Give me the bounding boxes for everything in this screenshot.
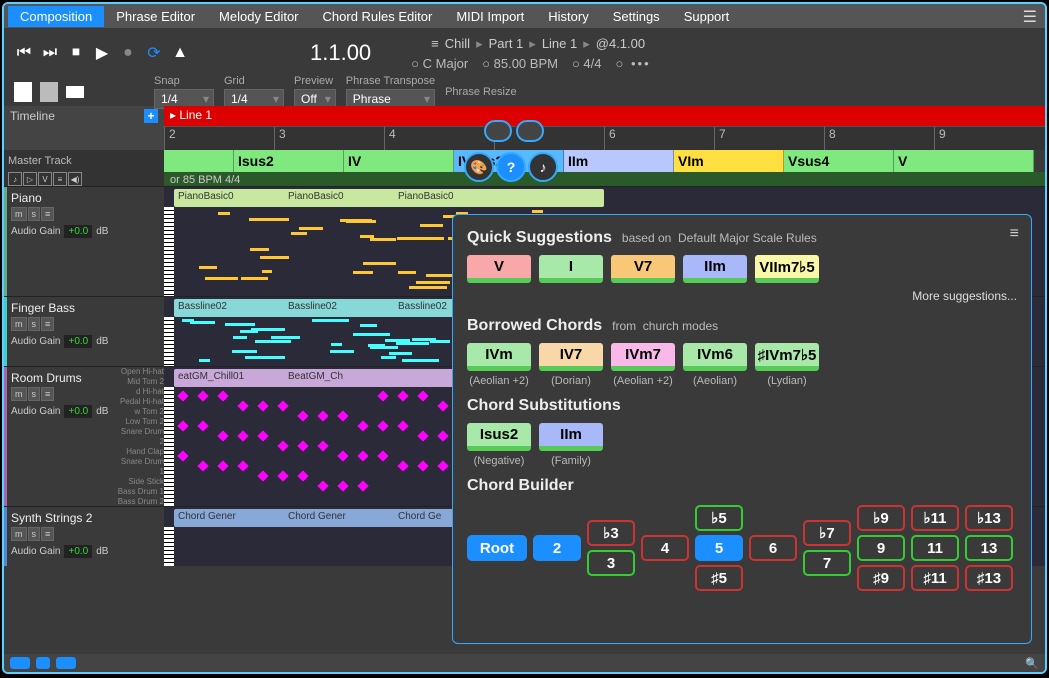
builder-5[interactable]: 5 xyxy=(695,535,743,561)
builder-♯5[interactable]: ♯5 xyxy=(695,565,743,591)
timesig-display[interactable]: 4/4 xyxy=(572,56,602,71)
status-bar: 🔍 xyxy=(4,654,1045,672)
chord-suggestion-IVm[interactable]: IVm xyxy=(467,343,531,371)
chord-suggestion-I[interactable]: I xyxy=(539,255,603,283)
tab-phrase-editor[interactable]: Phrase Editor xyxy=(104,6,207,27)
master-track-header: Master Track xyxy=(4,150,164,172)
builder-♯13[interactable]: ♯13 xyxy=(965,565,1013,591)
chord-IIm[interactable]: IIm xyxy=(564,150,674,172)
playhead-position: 1.1.00 xyxy=(310,40,371,66)
sb-btn-1[interactable] xyxy=(10,657,30,669)
tab-chord-rules-editor[interactable]: Chord Rules Editor xyxy=(311,6,445,27)
chord-suggestion-IVm6[interactable]: IVm6 xyxy=(683,343,747,371)
chord-suggestion-IVm7[interactable]: IVm7 xyxy=(611,343,675,371)
forward-button[interactable]: ⏭ xyxy=(40,43,60,63)
ruler[interactable]: 23456789 xyxy=(164,126,1045,150)
tab-history[interactable]: History xyxy=(536,6,600,27)
play-button[interactable]: ▶ xyxy=(92,43,112,63)
new-doc-icon[interactable] xyxy=(14,82,32,102)
search-icon[interactable]: 🔍 xyxy=(1025,657,1039,670)
builder-6[interactable]: 6 xyxy=(749,535,797,561)
tab-settings[interactable]: Settings xyxy=(601,6,672,27)
chord-suggestion-V[interactable]: V xyxy=(467,255,531,283)
builder-3[interactable]: 3 xyxy=(587,550,635,576)
metronome-button[interactable]: ▲ xyxy=(170,43,190,63)
builder-7[interactable]: 7 xyxy=(803,550,851,576)
more-icon[interactable]: ••• xyxy=(616,56,651,71)
builder-♭11[interactable]: ♭11 xyxy=(911,505,959,531)
transport-bar: ⏮ ⏭ ⏹ ▶ ● ⟳ ▲ 1.1.00 ≡ Chill▸ Part 1▸ Li… xyxy=(4,28,1045,78)
rewind-button[interactable]: ⏮ xyxy=(14,43,34,63)
loop-button[interactable]: ⟳ xyxy=(144,43,164,63)
builder-♭5[interactable]: ♭5 xyxy=(695,505,743,531)
sb-btn-2[interactable] xyxy=(36,657,50,669)
track-header-drums[interactable]: Room Drums ms≡ Audio Gain+0.0dBOpen Hi-h… xyxy=(4,367,164,506)
tab-composition[interactable]: Composition xyxy=(8,6,104,27)
chord-Vsus4[interactable]: Vsus4 xyxy=(784,150,894,172)
main-tabs: CompositionPhrase EditorMelody EditorCho… xyxy=(4,4,1045,28)
builder-2[interactable]: 2 xyxy=(533,535,581,561)
tab-support[interactable]: Support xyxy=(672,6,742,27)
builder-♭13[interactable]: ♭13 xyxy=(965,505,1013,531)
clip[interactable]: PianoBasic0 xyxy=(394,189,604,207)
timeline-line[interactable]: ▸ Line 1 xyxy=(164,106,1045,126)
chord-lane[interactable]: Isus2IVIVsus2IImVImVsus4V xyxy=(164,150,1045,172)
knob-icon[interactable] xyxy=(484,120,512,142)
timeline-header: Timeline + xyxy=(4,106,164,126)
piano-mini-icon[interactable]: ♪ xyxy=(8,172,22,186)
more-suggestions-link[interactable]: More suggestions... xyxy=(467,289,1017,303)
database-icon[interactable]: ☰ xyxy=(1023,7,1037,27)
speaker-icon[interactable]: ◀) xyxy=(68,172,82,186)
help-icon[interactable]: ? xyxy=(496,152,526,182)
builder-♭7[interactable]: ♭7 xyxy=(803,520,851,546)
palette-icon[interactable]: 🎨 xyxy=(464,152,494,182)
builder-13[interactable]: 13 xyxy=(965,535,1013,561)
controls-bar: Snap1/4 Grid1/4 PreviewOff Phrase Transp… xyxy=(4,78,1045,106)
chord-suggestion-IIm[interactable]: IIm xyxy=(539,423,603,451)
builder-♭9[interactable]: ♭9 xyxy=(857,505,905,531)
chord-[interactable] xyxy=(164,150,234,172)
chord-suggestion-Isus2[interactable]: Isus2 xyxy=(467,423,531,451)
chord-suggestions-panel: ≡ Quick Suggestions based on Default Maj… xyxy=(452,214,1032,644)
tab-melody-editor[interactable]: Melody Editor xyxy=(207,6,310,27)
track-header-bass[interactable]: Finger Bass ms≡ Audio Gain+0.0dB xyxy=(4,297,164,366)
builder-root[interactable]: Root xyxy=(467,535,527,561)
record-button[interactable]: ● xyxy=(118,43,138,63)
track-header-piano[interactable]: Piano ms≡ Audio Gain+0.0dB xyxy=(4,187,164,296)
tab-midi-import[interactable]: MIDI Import xyxy=(444,6,536,27)
builder-4[interactable]: 4 xyxy=(641,535,689,561)
sb-btn-3[interactable] xyxy=(56,657,76,669)
piano-icon[interactable]: ♪ xyxy=(528,152,558,182)
chord-IV[interactable]: IV xyxy=(344,150,454,172)
builder-♭3[interactable]: ♭3 xyxy=(587,520,635,546)
builder-♯9[interactable]: ♯9 xyxy=(857,565,905,591)
key-display[interactable]: C Major xyxy=(411,56,468,71)
keyboard-icon[interactable] xyxy=(516,120,544,142)
breadcrumb[interactable]: ≡ Chill▸ Part 1▸ Line 1▸ @4.1.00 xyxy=(431,36,650,52)
builder-9[interactable]: 9 xyxy=(857,535,905,561)
chord-suggestion-V7[interactable]: V7 xyxy=(611,255,675,283)
chord-suggestion-IV7[interactable]: IV7 xyxy=(539,343,603,371)
tempo-display[interactable]: 85.00 BPM xyxy=(482,56,558,71)
chord-V[interactable]: V xyxy=(894,150,1034,172)
chord-VIm[interactable]: VIm xyxy=(674,150,784,172)
card-icon[interactable] xyxy=(66,86,84,98)
docs-icon[interactable] xyxy=(40,82,58,102)
chord-suggestion-♯IVm7♭5[interactable]: ♯IVm7♭5 xyxy=(755,343,819,371)
track-header-strings[interactable]: Synth Strings 2 ms≡ Audio Gain+0.0dB xyxy=(4,507,164,566)
builder-♯11[interactable]: ♯11 xyxy=(911,565,959,591)
add-timeline-button[interactable]: + xyxy=(144,109,158,123)
builder-11[interactable]: 11 xyxy=(911,535,959,561)
panel-menu-icon[interactable]: ≡ xyxy=(1010,225,1019,243)
chord-suggestion-IIm[interactable]: IIm xyxy=(683,255,747,283)
chord-Isus2[interactable]: Isus2 xyxy=(234,150,344,172)
stop-button[interactable]: ⏹ xyxy=(66,43,86,63)
chord-suggestion-VIIm7♭5[interactable]: VIIm7♭5 xyxy=(755,255,819,283)
